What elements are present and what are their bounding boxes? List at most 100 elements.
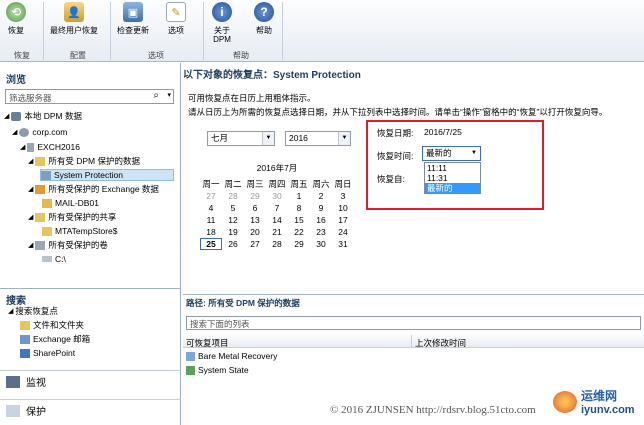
calendar-day[interactable]: 13 <box>244 214 266 226</box>
ribbon: ⟲ 恢复 👤 最终用户恢复 ▣ 检查更新 ✎ 选项 i 关于 DPM ? 帮助 … <box>0 0 644 62</box>
collapse-icon: ◢ <box>28 214 34 221</box>
calendar-day[interactable]: 4 <box>200 202 222 214</box>
calendar-day[interactable]: 27 <box>200 190 222 202</box>
options-icon: ✎ <box>166 2 186 22</box>
calendar-day[interactable]: 16 <box>310 214 332 226</box>
weekday-label: 周二 <box>224 179 242 189</box>
check-updates-icon: ▣ <box>123 2 143 22</box>
site-name: 运维网 <box>581 389 618 403</box>
search-exchange-mailbox[interactable]: Exchange 邮箱 <box>20 333 90 345</box>
calendar-day[interactable]: 30 <box>266 190 288 202</box>
tree-mtatempstore[interactable]: MTATempStore$ <box>42 225 118 237</box>
tree-system-protection[interactable]: System Protection <box>40 169 174 181</box>
collapse-icon: ◢ <box>28 158 34 165</box>
calendar-day[interactable]: 29 <box>288 238 310 250</box>
tree-exchange-data[interactable]: ◢ 所有受保护的 Exchange 数据 <box>28 183 159 195</box>
list-row[interactable]: System State <box>186 365 249 375</box>
year-select[interactable]: 2016 ▼ <box>285 131 351 146</box>
list-header: 可恢复项目 上次修改时间 <box>183 335 644 348</box>
calendar-day[interactable]: 14 <box>266 214 288 226</box>
end-user-recovery-icon: 👤 <box>64 2 84 22</box>
copyright-watermark: © 2016 ZJUNSEN http://rdsrv.blog.51cto.c… <box>330 404 536 416</box>
tree-server[interactable]: ◢ EXCH2016 <box>20 141 80 153</box>
options-button[interactable]: ✎ 选项 <box>166 2 186 36</box>
calendar-day[interactable]: 10 <box>332 202 354 214</box>
search-recovery-points[interactable]: ◢ 搜索恢复点 <box>8 305 58 317</box>
restore-button[interactable]: ⟲ 恢复 <box>6 2 26 36</box>
calendar-day[interactable]: 5 <box>222 202 244 214</box>
search-files-folders[interactable]: 文件和文件夹 <box>20 319 84 331</box>
time-option[interactable]: 11:31 <box>425 173 480 183</box>
site-url: iyunv.com <box>581 404 635 416</box>
help-button[interactable]: ? 帮助 <box>254 2 274 36</box>
chevron-down-icon[interactable]: ▾ <box>167 91 171 99</box>
search-icon[interactable]: ⌕ <box>153 90 159 101</box>
calendar-day[interactable]: 9 <box>310 202 332 214</box>
calendar-day[interactable]: 18 <box>200 226 222 238</box>
group-label-restore: 恢复 <box>14 51 30 60</box>
time-option[interactable]: 11:11 <box>425 163 480 173</box>
calendar-day[interactable]: 30 <box>310 238 332 250</box>
recover-from-label: 恢复自: <box>377 174 405 184</box>
calendar-day[interactable]: 11 <box>200 214 222 226</box>
tree-local-dpm-data[interactable]: ◢ 本地 DPM 数据 <box>4 110 82 122</box>
check-updates-button[interactable]: ▣ 检查更新 <box>117 2 149 36</box>
mailbox-icon <box>20 334 30 344</box>
server-filter-box[interactable]: 筛选服务器 ⌕ ▾ <box>5 89 174 104</box>
month-select[interactable]: 七月 ▼ <box>207 131 275 146</box>
calendar-day[interactable]: 12 <box>222 214 244 226</box>
chevron-down-icon[interactable]: ▼ <box>338 132 350 145</box>
calendar-weekday-row: 周一 周二 周三 周四 周五 周六 周日 <box>200 178 360 190</box>
list-search-placeholder: 搜索下面的列表 <box>190 319 250 329</box>
calendar-day[interactable]: 17 <box>332 214 354 226</box>
time-option-selected[interactable]: 最新的 <box>425 183 480 193</box>
calendar-day[interactable]: 28 <box>222 190 244 202</box>
calendar-day[interactable]: 19 <box>222 226 244 238</box>
tree-domain[interactable]: ◢ corp.com <box>12 126 67 138</box>
chevron-down-icon[interactable]: ▼ <box>262 132 274 145</box>
calendar-day[interactable]: 15 <box>288 214 310 226</box>
list-search-box[interactable]: 搜索下面的列表 <box>186 316 641 330</box>
calendar-day[interactable]: 1 <box>288 190 310 202</box>
chevron-down-icon[interactable]: ▼ <box>468 147 480 160</box>
calendar-day[interactable]: 2 <box>310 190 332 202</box>
workspace-monitor[interactable]: 监视 <box>0 370 181 392</box>
calendar-day[interactable]: 7 <box>266 202 288 214</box>
tree-shares[interactable]: ◢ 所有受保护的共享 <box>28 211 116 223</box>
calendar-day[interactable]: 6 <box>244 202 266 214</box>
calendar-day[interactable]: 31 <box>332 238 354 250</box>
column-last-modified[interactable]: 上次修改时间 <box>415 337 466 349</box>
calendar-day[interactable]: 26 <box>222 238 244 250</box>
collapse-icon: ◢ <box>28 242 34 249</box>
calendar-day[interactable]: 29 <box>244 190 266 202</box>
calendar-day[interactable]: 21 <box>266 226 288 238</box>
filter-placeholder: 筛选服务器 <box>9 93 52 103</box>
end-user-recovery-button[interactable]: 👤 最终用户恢复 <box>50 2 98 36</box>
calendar-day[interactable]: 22 <box>288 226 310 238</box>
group-divider <box>203 2 204 60</box>
calendar-day[interactable]: 20 <box>244 226 266 238</box>
search-sharepoint[interactable]: SharePoint <box>20 347 75 359</box>
workspace-protection[interactable]: 保护 <box>0 399 181 421</box>
calendar-day[interactable]: 27 <box>244 238 266 250</box>
tree-volume-c[interactable]: C:\ <box>42 253 66 265</box>
recovery-time-dropdown[interactable]: 11:11 11:31 最新的 <box>424 162 481 194</box>
calendar-day[interactable]: 28 <box>266 238 288 250</box>
weekday-label: 周三 <box>246 179 264 189</box>
share-folder-icon <box>42 226 52 236</box>
recovery-time-select[interactable]: 最新的 ▼ <box>422 146 481 161</box>
calendar-day[interactable]: 8 <box>288 202 310 214</box>
about-dpm-button[interactable]: i 关于 DPM <box>212 2 232 44</box>
tree-volumes[interactable]: ◢ 所有受保护的卷 <box>28 239 108 251</box>
calendar-day[interactable]: 3 <box>332 190 354 202</box>
calendar-day[interactable]: 23 <box>310 226 332 238</box>
list-row[interactable]: Bare Metal Recovery <box>186 351 277 361</box>
collapse-icon: ◢ <box>4 113 10 120</box>
calendar-day[interactable]: 25 <box>200 238 222 250</box>
server-icon <box>27 142 35 152</box>
tree-all-dpm-data[interactable]: ◢ 所有受 DPM 保护的数据 <box>28 155 140 167</box>
tree-mail-db[interactable]: MAIL-DB01 <box>42 197 99 209</box>
column-recoverable-item[interactable]: 可恢复项目 <box>186 337 229 349</box>
mailbox-database-icon <box>42 198 52 208</box>
calendar-day[interactable]: 24 <box>332 226 354 238</box>
